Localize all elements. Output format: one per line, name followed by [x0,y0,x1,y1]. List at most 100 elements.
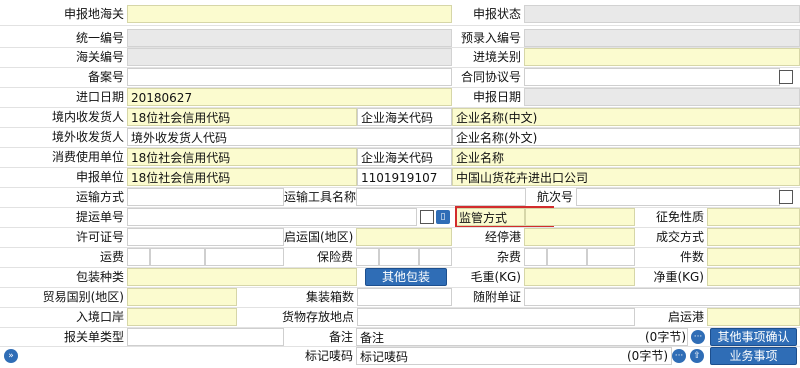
label-net-weight: 净重(KG) [653,270,704,284]
label-overseas-consignee: 境外收发货人 [51,130,124,144]
contract-no-checkbox[interactable] [779,70,793,84]
insurance-field-1[interactable] [356,248,379,266]
label-import-date: 进口日期 [75,90,124,104]
declare-status-field [524,5,800,23]
contract-no-field[interactable] [524,68,780,86]
consumer-credit-field[interactable]: 18位社会信用代码 [127,148,357,166]
container-count-field[interactable] [357,288,452,306]
misc-fee-field-3[interactable] [587,248,635,266]
label-pieces: 件数 [679,250,704,264]
label-voyage-no: 航次号 [536,190,573,204]
declare-credit-field[interactable]: 18位社会信用代码 [127,168,357,186]
label-deal-mode: 成交方式 [655,230,704,244]
label-pre-entry-no: 预录入编号 [460,31,521,45]
deal-mode-field[interactable] [707,228,800,246]
remark-ellipsis-icon[interactable]: ··· [691,330,705,344]
departure-port-field[interactable] [707,308,800,326]
label-tax-nature: 征免性质 [655,210,704,224]
label-declare-date: 申报日期 [472,90,521,104]
label-insurance: 保险费 [316,250,353,264]
customs-declaration-form: 申报地海关 申报状态 统一编号 预录入编号 海关编号 进境关别 备案号 合同协议… [0,0,800,368]
gross-weight-field[interactable] [524,268,635,286]
license-no-field[interactable] [127,228,284,246]
consumer-company-name-field[interactable]: 企业名称 [452,148,800,166]
voyage-no-field[interactable] [576,188,780,206]
pieces-field[interactable] [707,248,800,266]
freight-field-3[interactable] [205,248,284,266]
domestic-company-name-field[interactable]: 企业名称(中文) [452,108,800,126]
transport-mode-field[interactable] [127,188,284,206]
label-departure-country: 启运国(地区) [284,230,354,244]
label-gross-weight: 毛重(KG) [470,270,521,284]
insurance-field-3[interactable] [419,248,452,266]
net-weight-field[interactable] [707,268,800,286]
label-declare-unit: 申报单位 [75,170,124,184]
overseas-code-field[interactable]: 境外收发货人代码 [127,128,452,146]
freight-field-1[interactable] [127,248,150,266]
pre-entry-no-field [524,29,800,47]
label-contract-no: 合同协议号 [460,70,521,84]
voyage-checkbox[interactable] [779,190,793,204]
bill-no-field[interactable] [127,208,417,226]
label-declare-status: 申报状态 [472,7,521,21]
bill-no-checkbox[interactable] [420,210,434,224]
import-date-field[interactable]: 20180627 [127,88,452,106]
attached-docs-field[interactable] [524,288,800,306]
supervision-field[interactable] [525,208,635,226]
upload-icon[interactable]: ⇧ [690,349,704,363]
declaration-type-field[interactable] [127,328,284,346]
document-icon[interactable]: ▯ [436,210,450,224]
label-attached-docs: 随附单证 [472,290,521,304]
declare-port-field[interactable] [127,5,452,23]
departure-country-field[interactable] [356,228,452,246]
entry-port2-field[interactable] [127,308,237,326]
expand-icon[interactable]: » [4,349,18,363]
mark-ellipsis-icon[interactable]: ··· [672,349,686,363]
label-goods-location: 货物存放地点 [281,310,354,324]
label-record-no: 备案号 [87,70,124,84]
label-consumer-unit: 消费使用单位 [51,150,124,164]
label-mark-code: 标记唛码 [304,349,353,363]
label-customs-no: 海关编号 [75,50,124,64]
unified-no-field [127,29,452,47]
remark-byte-counter: (0字节) [645,330,686,344]
label-unified-no: 统一编号 [75,31,124,45]
tax-nature-field[interactable] [707,208,800,226]
label-departure-port: 启运港 [667,310,704,324]
stop-port-field[interactable] [524,228,635,246]
label-bill-no: 提运单号 [75,210,124,224]
label-license-no: 许可证号 [75,230,124,244]
label-remark: 备注 [328,330,353,344]
trade-country-field[interactable] [127,288,237,306]
declare-date-field [524,88,800,106]
business-matters-button[interactable]: 业务事项 [710,347,797,365]
mark-byte-counter: (0字节) [627,349,668,363]
label-transport-name: 运输工具名称 [284,190,356,204]
overseas-company-name-field[interactable]: 企业名称(外文) [452,128,800,146]
label-entry-port2: 入境口岸 [75,310,124,324]
misc-fee-field-1[interactable] [524,248,547,266]
label-freight: 运费 [99,250,124,264]
domestic-customs-code-field[interactable]: 企业海关代码 [357,108,452,126]
consumer-customs-code-field[interactable]: 企业海关代码 [357,148,452,166]
freight-field-2[interactable] [150,248,205,266]
label-container-count: 集装箱数 [305,290,354,304]
remark-field[interactable]: 备注 [356,328,688,346]
declare-customs-code-field[interactable]: 1101919107 [357,168,452,186]
other-packaging-button[interactable]: 其他包装 [365,268,447,286]
misc-fee-field-2[interactable] [547,248,587,266]
insurance-field-2[interactable] [379,248,419,266]
label-stop-port: 经停港 [484,230,521,244]
domestic-consignee-credit-field[interactable]: 18位社会信用代码 [127,108,357,126]
other-confirm-button[interactable]: 其他事项确认 [710,328,797,346]
transport-name-field[interactable] [356,188,526,206]
record-no-field[interactable] [127,68,452,86]
label-transport-mode: 运输方式 [75,190,124,204]
label-trade-country: 贸易国别(地区) [42,290,124,304]
goods-location-field[interactable] [357,308,635,326]
declare-company-name-field[interactable]: 中国山货花卉进出口公司 [452,168,800,186]
entry-port-field[interactable] [524,48,800,66]
label-domestic-consignee: 境内收发货人 [51,110,124,124]
pack-type-field[interactable] [127,268,357,286]
label-declaration-type: 报关单类型 [63,330,124,344]
